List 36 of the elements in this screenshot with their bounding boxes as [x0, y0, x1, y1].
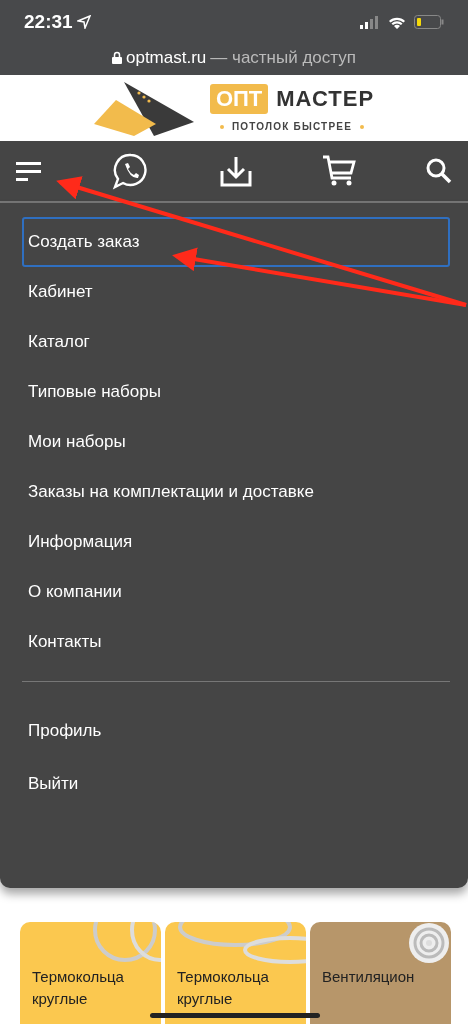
logo-badge: ОПТ [209, 83, 269, 114]
menu-item[interactable]: Информация [22, 517, 450, 567]
menu-item[interactable]: Типовые наборы [22, 367, 450, 417]
product-card[interactable]: Вентиляцион [310, 922, 451, 1024]
logo-tagline: ПОТОЛОК БЫСТРЕЕ [231, 120, 353, 134]
location-icon [76, 15, 91, 30]
signal-icon [360, 15, 380, 29]
menu-item[interactable]: Выйти [22, 757, 450, 810]
menu-item[interactable]: Контакты [22, 617, 450, 667]
logo-name: МАСТЕР [276, 85, 375, 113]
dot-icon [360, 124, 365, 129]
menu-item[interactable]: Заказы на комплектации и доставке [22, 467, 450, 517]
phone-chat-icon[interactable] [112, 152, 150, 190]
product-title: Термокольца круглые [177, 967, 269, 1009]
clock-time: 22:31 [24, 10, 73, 34]
product-title: Термокольца круглые [32, 967, 124, 1009]
menu-icon[interactable] [16, 160, 42, 182]
menu-item[interactable]: О компании [22, 567, 450, 617]
product-card[interactable]: Термокольца круглые [165, 922, 306, 1024]
address-host[interactable]: optmast.ru [126, 44, 207, 70]
menu-item[interactable]: Кабинет [22, 267, 450, 317]
search-icon[interactable] [426, 158, 452, 184]
cart-icon[interactable] [322, 154, 356, 188]
product-card[interactable]: Термокольца круглые [20, 922, 161, 1024]
wifi-icon [388, 15, 406, 29]
address-note: — частный доступ [210, 46, 356, 69]
menu-item[interactable]: Профиль [22, 704, 450, 757]
dot-icon [219, 124, 224, 129]
menu-item[interactable]: Каталог [22, 317, 450, 367]
download-icon[interactable] [220, 155, 252, 187]
logo-icon [93, 80, 194, 136]
product-title: Вентиляцион [322, 967, 415, 987]
menu-item[interactable]: Мои наборы [22, 417, 450, 467]
battery-icon [414, 15, 444, 30]
menu-item[interactable]: Создать заказ [22, 217, 450, 267]
lock-icon [112, 50, 122, 64]
